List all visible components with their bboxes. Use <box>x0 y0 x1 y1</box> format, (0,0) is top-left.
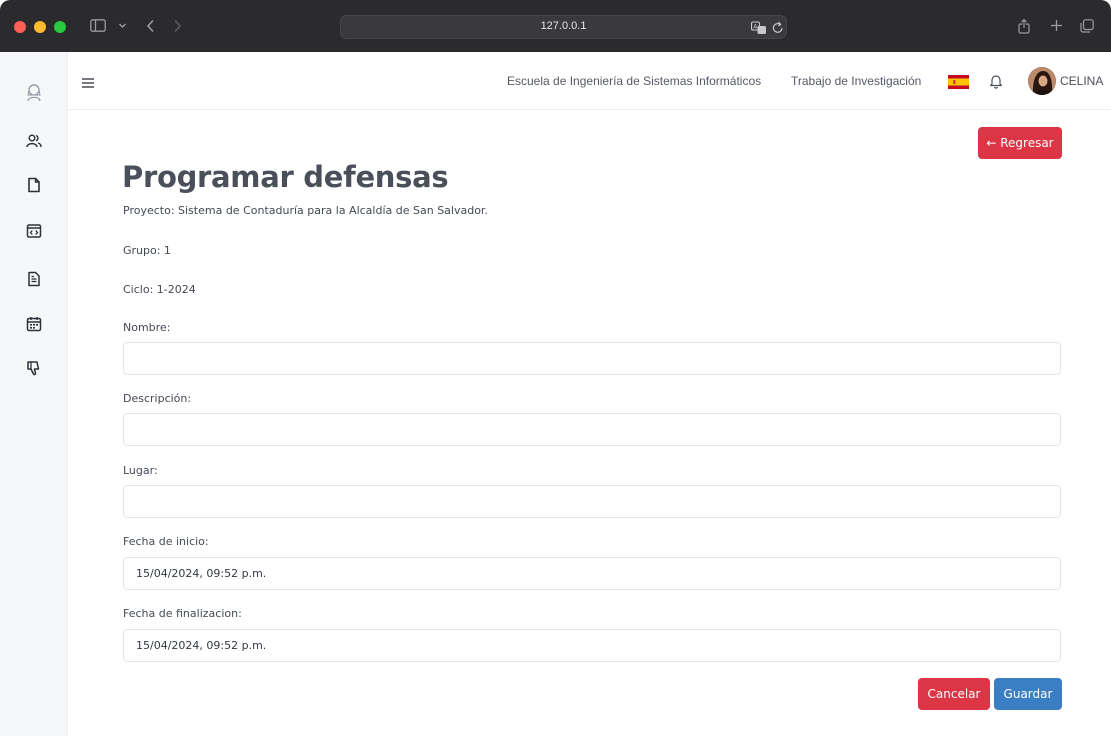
notification-bell-icon[interactable] <box>989 73 1003 89</box>
calendar-icon[interactable] <box>26 316 42 332</box>
name-input[interactable] <box>123 342 1061 375</box>
place-input[interactable] <box>123 485 1061 518</box>
description-input[interactable] <box>123 413 1061 446</box>
reload-icon[interactable] <box>772 20 784 39</box>
spain-flag-icon[interactable] <box>948 74 969 89</box>
nav-link-research[interactable]: Trabajo de Investigación <box>791 74 921 88</box>
back-button[interactable]: ← Regresar <box>978 127 1062 159</box>
save-button[interactable]: Guardar <box>994 678 1062 710</box>
nav-link-school[interactable]: Escuela de Ingeniería de Sistemas Inform… <box>507 74 761 88</box>
document-icon[interactable] <box>26 271 42 287</box>
chevron-down-icon[interactable] <box>118 14 130 38</box>
share-icon[interactable] <box>1018 14 1032 38</box>
name-label: Nombre: <box>123 321 171 334</box>
sidebar-toggle-icon[interactable] <box>90 14 116 38</box>
end-date-input[interactable] <box>123 629 1061 662</box>
hamburger-menu-icon[interactable] <box>81 74 95 88</box>
group-text: Grupo: 1 <box>123 244 171 257</box>
end-date-label: Fecha de finalizacion: <box>123 607 242 620</box>
back-icon[interactable] <box>146 14 160 38</box>
users-icon[interactable] <box>26 133 42 149</box>
address-text: 127.0.0.1 <box>540 20 587 32</box>
address-bar[interactable]: 127.0.0.1 A <box>340 15 787 39</box>
start-date-input[interactable] <box>123 557 1061 590</box>
translate-icon[interactable]: A <box>750 20 767 39</box>
cancel-button[interactable]: Cancelar <box>918 678 990 710</box>
page-title: Programar defensas <box>122 160 449 194</box>
user-name[interactable]: CELINA <box>1060 74 1103 88</box>
project-text: Proyecto: Sistema de Contaduría para la … <box>123 204 488 217</box>
browser-toolbar: 127.0.0.1 A <box>0 0 1111 52</box>
place-label: Lugar: <box>123 464 158 477</box>
code-window-icon[interactable] <box>26 223 42 239</box>
zoom-window-button[interactable] <box>54 21 66 33</box>
description-label: Descripción: <box>123 392 192 405</box>
top-navbar: Escuela de Ingeniería de Sistemas Inform… <box>68 52 1111 110</box>
forward-icon[interactable] <box>172 14 186 38</box>
avatar[interactable] <box>1028 67 1056 95</box>
logo-icon[interactable] <box>25 82 43 102</box>
close-window-button[interactable] <box>14 21 26 33</box>
sidebar <box>0 52 68 736</box>
thumbs-down-icon[interactable] <box>26 360 42 376</box>
tab-overview-icon[interactable] <box>1080 14 1096 38</box>
start-date-label: Fecha de inicio: <box>123 535 209 548</box>
cycle-text: Ciclo: 1-2024 <box>123 283 196 296</box>
new-tab-icon[interactable] <box>1050 14 1064 38</box>
file-icon[interactable] <box>26 177 42 193</box>
minimize-window-button[interactable] <box>34 21 46 33</box>
